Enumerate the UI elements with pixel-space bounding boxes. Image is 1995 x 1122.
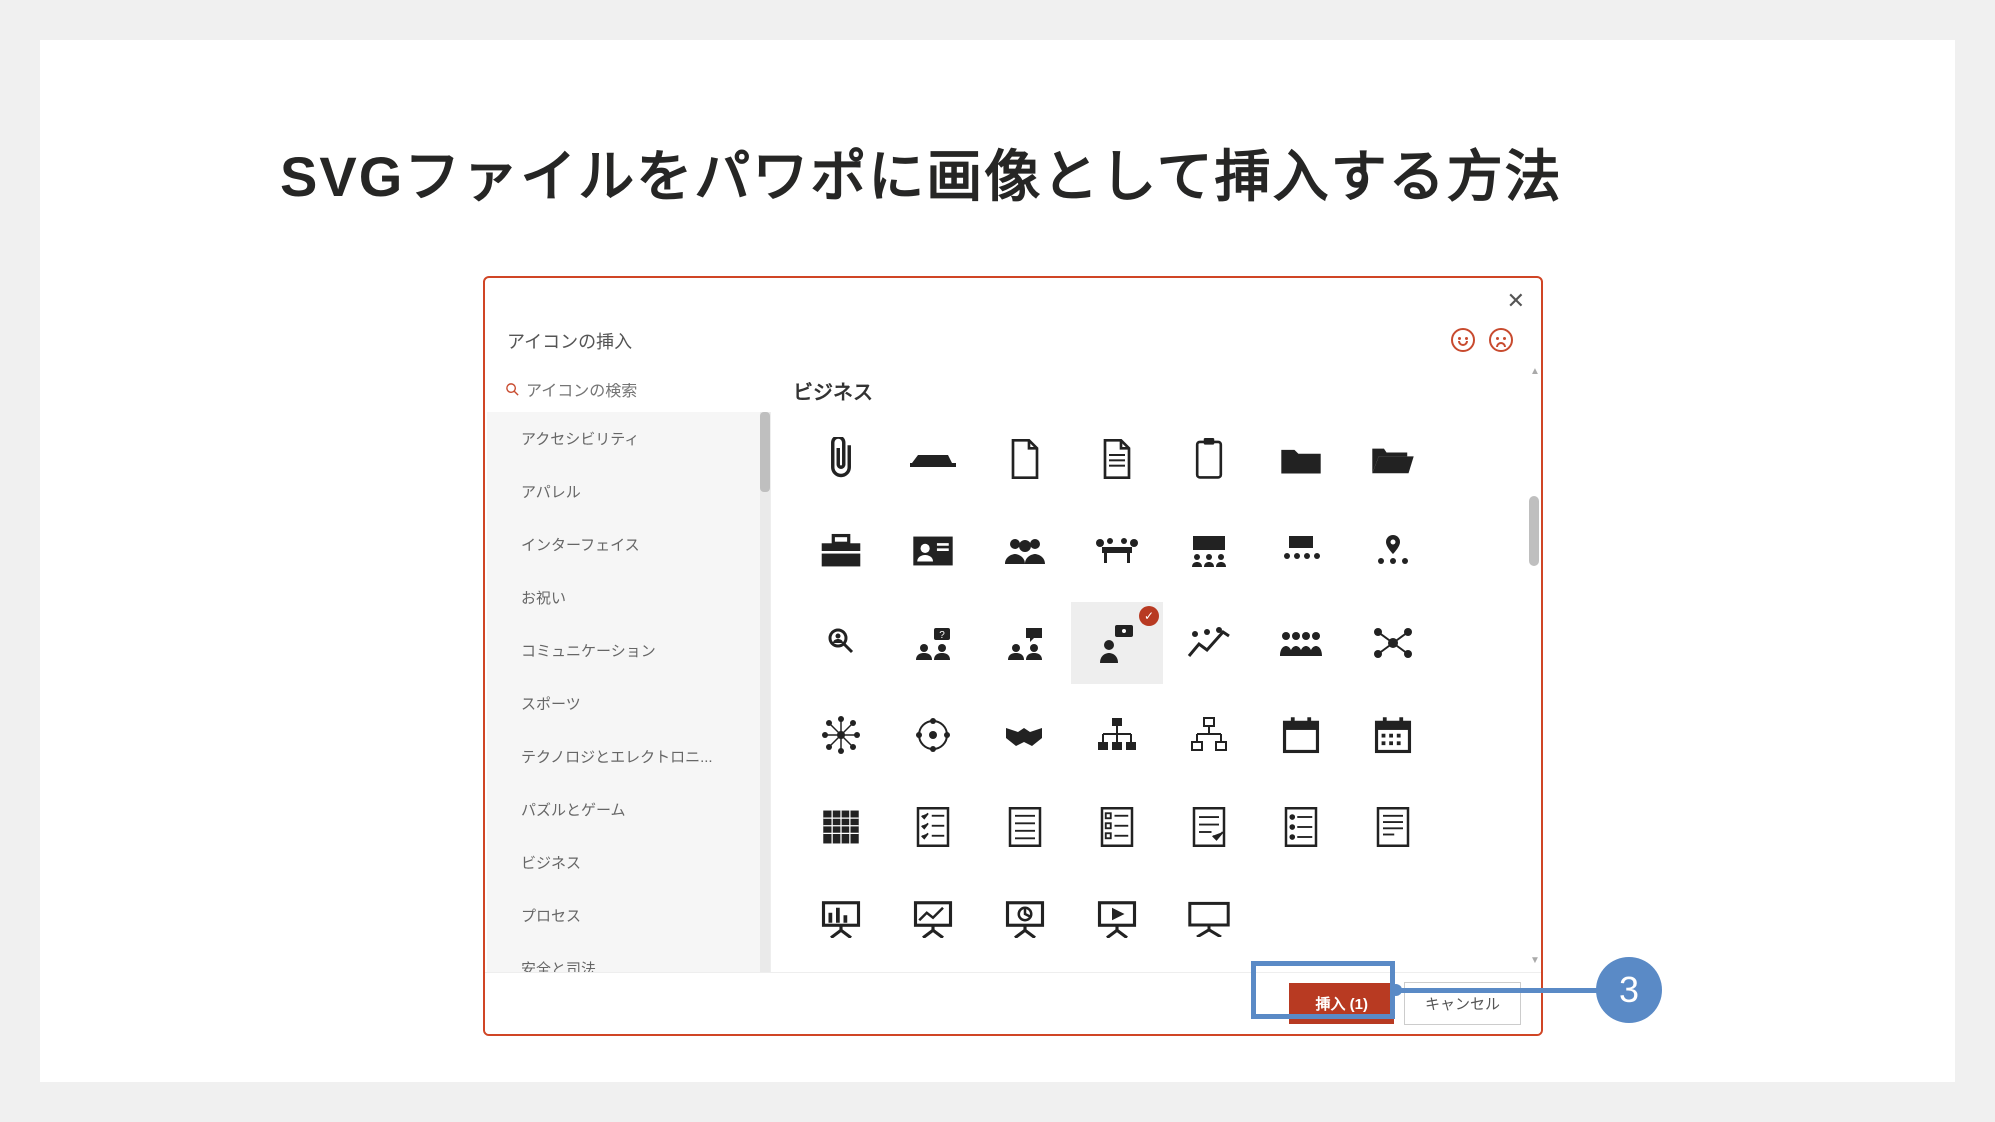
meeting-table-icon[interactable] — [1071, 510, 1163, 592]
search-input[interactable] — [526, 383, 756, 401]
dialog-title: アイコンの挿入 — [507, 328, 632, 354]
sidebar-category-item[interactable]: ビジネス — [487, 836, 770, 889]
whiteboard-icon[interactable] — [1163, 878, 1255, 960]
sidebar-category-item[interactable]: お祝い — [487, 571, 770, 624]
growth-chart-icon[interactable] — [1163, 602, 1255, 684]
clipboard-icon[interactable] — [1163, 418, 1255, 500]
checklist1-icon[interactable] — [887, 786, 979, 868]
hierarchy-icon[interactable] — [1071, 694, 1163, 776]
id-badge-icon[interactable] — [887, 510, 979, 592]
sidebar-scrollbar[interactable] — [760, 412, 770, 1022]
org-chart-icon[interactable] — [1163, 694, 1255, 776]
user-search-icon[interactable] — [795, 602, 887, 684]
user-question-icon[interactable]: ? — [887, 602, 979, 684]
slide: SVGファイルをパワポに画像として挿入する方法 ✕ アイコンの挿入 アクセシビリ… — [40, 40, 1955, 1082]
insert-button[interactable]: 挿入 (1) — [1289, 983, 1394, 1024]
handshake-icon[interactable] — [979, 694, 1071, 776]
datatable-icon[interactable] — [795, 786, 887, 868]
sidebar-category-item[interactable]: コミュニケーション — [487, 624, 770, 677]
board-chart1-icon[interactable] — [795, 878, 887, 960]
feedback-icons — [1451, 328, 1513, 352]
dialog-header: ✕ アイコンの挿入 — [485, 278, 1541, 344]
presenter-icon[interactable]: ✓ — [1071, 602, 1163, 684]
team-icon[interactable] — [979, 510, 1071, 592]
checklist4-icon[interactable] — [1163, 786, 1255, 868]
checklist2-icon[interactable] — [979, 786, 1071, 868]
stapler-icon[interactable] — [887, 418, 979, 500]
connector-line — [1395, 988, 1600, 993]
audience-icon[interactable] — [1255, 510, 1347, 592]
category-heading: ビジネス — [793, 376, 873, 405]
people-row-icon[interactable] — [1255, 602, 1347, 684]
icon-grid: ?✓ — [785, 408, 1537, 960]
checklist3-icon[interactable] — [1071, 786, 1163, 868]
category-sidebar: アクセシビリティアパレルインターフェイスお祝いコミュニケーションスポーツテクノロ… — [487, 412, 771, 1022]
sidebar-category-item[interactable]: テクノロジとエレクトロニ... — [487, 730, 770, 783]
calendar-grid-icon[interactable] — [1347, 694, 1439, 776]
sidebar-category-item[interactable]: パズルとゲーム — [487, 783, 770, 836]
org-star-icon[interactable] — [795, 694, 887, 776]
dialog-footer: 挿入 (1) キャンセル — [485, 972, 1541, 1034]
connector-dot — [1390, 984, 1402, 996]
scrollbar-thumb[interactable] — [760, 412, 770, 492]
classroom-icon[interactable] — [1163, 510, 1255, 592]
slide-title: SVGファイルをパワポに画像として挿入する方法 — [280, 132, 1563, 213]
checklist5-icon[interactable] — [1255, 786, 1347, 868]
sidebar-category-item[interactable]: アパレル — [487, 465, 770, 518]
paperclip-icon[interactable] — [795, 418, 887, 500]
svg-text:?: ? — [939, 630, 945, 641]
step-badge-3: 3 — [1596, 957, 1662, 1023]
close-icon[interactable]: ✕ — [1507, 288, 1525, 314]
board-chart2-icon[interactable] — [887, 878, 979, 960]
user-chat-icon[interactable] — [979, 602, 1071, 684]
icon-grid-area: ?✓ — [785, 408, 1537, 968]
checklist6-icon[interactable] — [1347, 786, 1439, 868]
document-blank-icon[interactable] — [979, 418, 1071, 500]
search-row — [497, 372, 775, 412]
folder-open-icon[interactable] — [1347, 418, 1439, 500]
sidebar-category-item[interactable]: スポーツ — [487, 677, 770, 730]
briefcase-icon[interactable] — [795, 510, 887, 592]
location-group-icon[interactable] — [1347, 510, 1439, 592]
scroll-up-icon[interactable]: ▲ — [1530, 366, 1540, 377]
frown-icon[interactable] — [1489, 328, 1513, 352]
sidebar-category-item[interactable]: アクセシビリティ — [487, 412, 770, 465]
network-circle-icon[interactable] — [887, 694, 979, 776]
document-lines-icon[interactable] — [1071, 418, 1163, 500]
sidebar-category-item[interactable]: プロセス — [487, 889, 770, 942]
insert-icon-dialog: ✕ アイコンの挿入 アクセシビリティアパレルインターフェイスお祝いコミュニケーシ… — [483, 276, 1543, 1036]
calendar-blank-icon[interactable] — [1255, 694, 1347, 776]
board-play-icon[interactable] — [1071, 878, 1163, 960]
check-icon: ✓ — [1139, 606, 1159, 626]
folder-icon[interactable] — [1255, 418, 1347, 500]
smile-icon[interactable] — [1451, 328, 1475, 352]
network-nodes-icon[interactable] — [1347, 602, 1439, 684]
sidebar-category-item[interactable]: インターフェイス — [487, 518, 770, 571]
board-chart3-icon[interactable] — [979, 878, 1071, 960]
search-icon — [505, 382, 520, 402]
